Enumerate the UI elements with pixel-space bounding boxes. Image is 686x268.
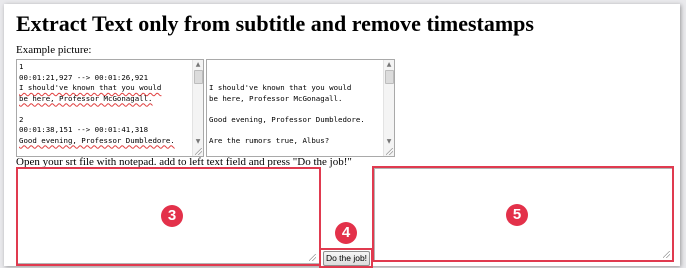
example-input-line: 00:01:21,927 --> 00:01:26,921 [19, 73, 175, 84]
example-output-lines: I should've known that you would be here,… [209, 62, 365, 156]
scroll-down-arrow-icon: ▼ [386, 138, 392, 145]
example-input-line: 00:01:38,151 --> 00:01:41,318 [19, 125, 175, 136]
example-input-line: Good evening, Professor Dumbledore. [19, 136, 175, 147]
example-input-line: be here, Professor McGonagall. [19, 94, 175, 105]
example-input-line: I should've known that you would [19, 83, 175, 94]
example-input-lines: 1 00:01:21,927 --> 00:01:26,921 I should'v… [19, 62, 175, 156]
example-input-scrollbar: ▲ ▼ [192, 60, 203, 156]
example-output-line [209, 125, 365, 136]
example-output-line [209, 104, 365, 115]
resize-grip-icon [386, 148, 393, 155]
example-input-line: 2 [19, 115, 175, 126]
example-output-line: Are the rumors true, Albus? [209, 135, 330, 145]
example-input-line [19, 104, 175, 115]
scroll-thumb [385, 70, 394, 84]
example-input-line-text: 2 [19, 114, 24, 124]
example-input-line-text: I should've known that you would [19, 83, 162, 92]
example-output-line [209, 146, 365, 156]
example-input-box: 1 00:01:21,927 --> 00:01:26,921 I should'v… [16, 59, 204, 157]
scroll-thumb [194, 70, 203, 84]
badge-button: 4 [335, 222, 357, 244]
example-output-line [209, 62, 365, 73]
example-input-line-text: 00:01:21,927 --> 00:01:26,921 [19, 72, 149, 82]
example-output-line: be here, Professor McGonagall. [209, 93, 343, 103]
highlight-button [319, 248, 373, 268]
example-input-line-text: 1 [19, 62, 24, 71]
example-output-line: I should've known that you would [209, 83, 352, 92]
example-label: Example picture: [16, 44, 92, 56]
scroll-down-arrow-icon: ▼ [195, 138, 201, 145]
example-input-line-text: Good evening, Professor Dumbledore. [19, 135, 175, 145]
scroll-up-arrow-icon: ▲ [386, 61, 392, 68]
example-input-line-text: be here, Professor McGonagall. [19, 93, 153, 103]
resize-grip-icon [195, 148, 202, 155]
example-output-line [209, 73, 365, 84]
example-output-scrollbar: ▲ ▼ [383, 60, 394, 156]
badge-input: 3 [161, 205, 183, 227]
example-input-line-text: 00:01:38,151 --> 00:01:41,318 [19, 125, 149, 134]
example-output-box: I should've known that you would be here,… [206, 59, 395, 157]
page-title: Extract Text only from subtitle and remo… [16, 11, 534, 36]
example-output-line: Good evening, Professor Dumbledore. [209, 114, 365, 124]
example-input-line [19, 146, 175, 156]
example-input-line: 1 [19, 62, 175, 73]
badge-output: 5 [506, 204, 528, 226]
scroll-up-arrow-icon: ▲ [195, 61, 201, 68]
